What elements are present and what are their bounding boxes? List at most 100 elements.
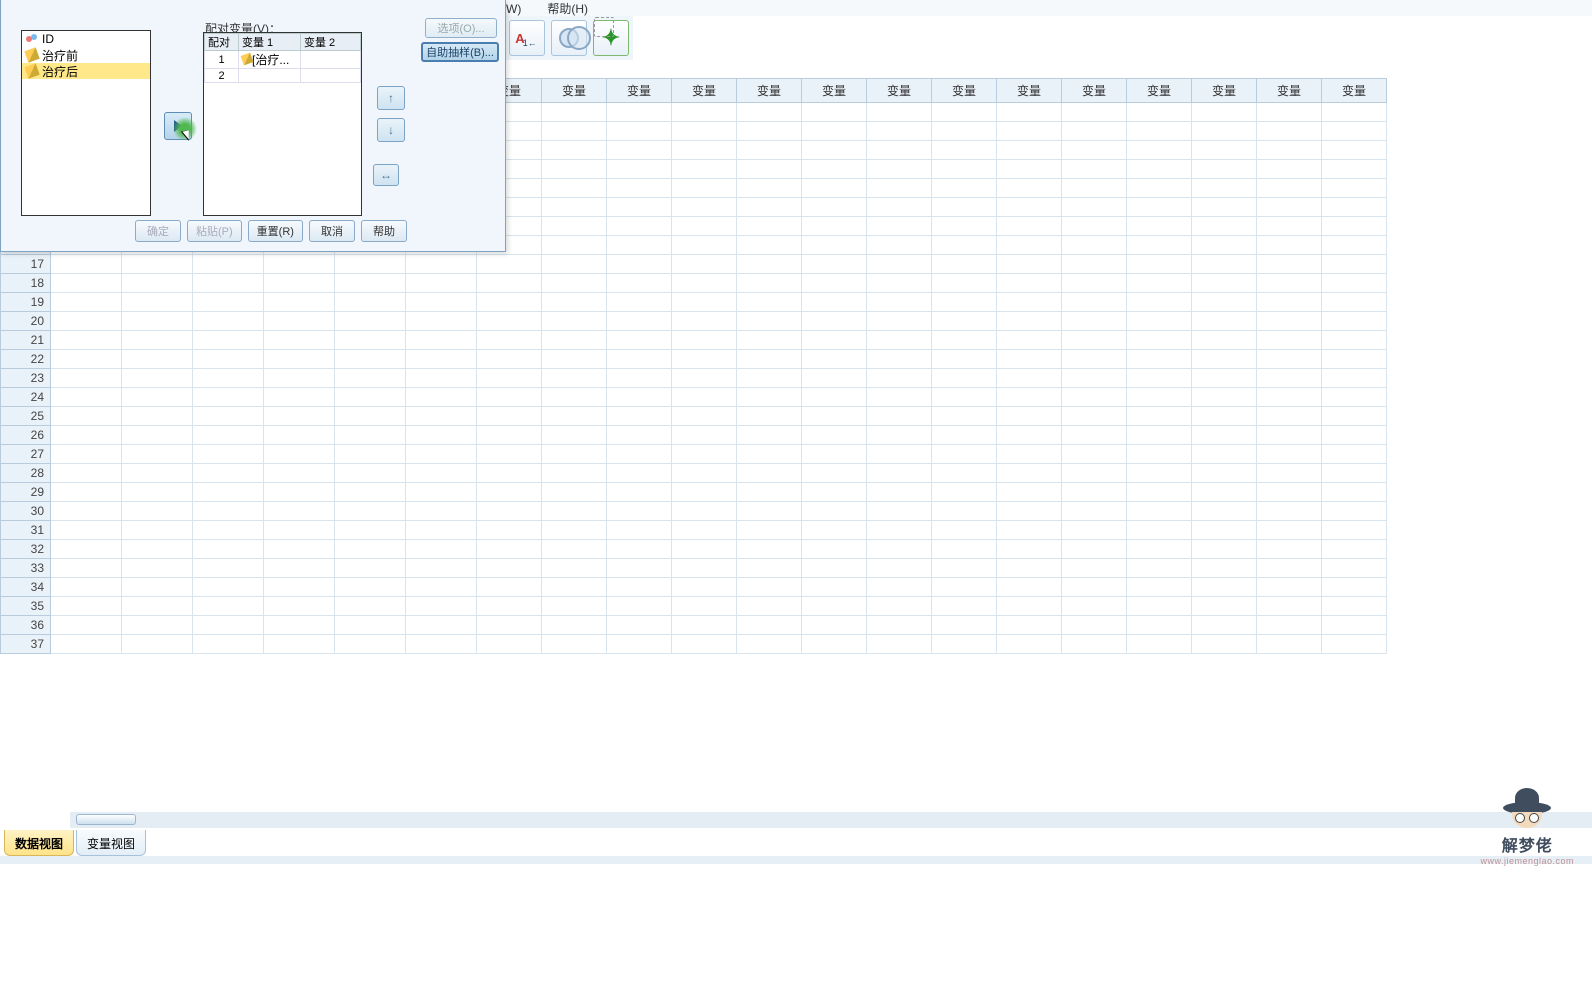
cell[interactable]: [193, 635, 264, 654]
row-header[interactable]: 32: [1, 540, 51, 559]
cell[interactable]: [802, 388, 867, 407]
row-header[interactable]: 18: [1, 274, 51, 293]
cell[interactable]: [932, 578, 997, 597]
cell[interactable]: [802, 369, 867, 388]
cell[interactable]: [1322, 255, 1387, 274]
cell[interactable]: [607, 464, 672, 483]
cell[interactable]: [122, 559, 193, 578]
cell[interactable]: [932, 274, 997, 293]
cell[interactable]: [122, 483, 193, 502]
cell[interactable]: [1062, 293, 1127, 312]
row-header[interactable]: 37: [1, 635, 51, 654]
column-header[interactable]: 变量: [1257, 79, 1322, 103]
cell[interactable]: [1062, 559, 1127, 578]
table-row[interactable]: 24: [1, 388, 1387, 407]
cell[interactable]: [1257, 502, 1322, 521]
cell[interactable]: [932, 350, 997, 369]
cell[interactable]: [867, 388, 932, 407]
cell[interactable]: [1257, 312, 1322, 331]
cell[interactable]: [542, 369, 607, 388]
cell[interactable]: [1192, 217, 1257, 236]
cell[interactable]: [335, 445, 406, 464]
cell[interactable]: [1257, 160, 1322, 179]
table-row[interactable]: 25: [1, 407, 1387, 426]
cell[interactable]: [1062, 274, 1127, 293]
cell[interactable]: [802, 445, 867, 464]
cell[interactable]: [477, 578, 542, 597]
cell[interactable]: [193, 255, 264, 274]
column-header[interactable]: 变量: [737, 79, 802, 103]
cell[interactable]: [672, 331, 737, 350]
cell[interactable]: [193, 426, 264, 445]
paste-button[interactable]: 粘贴(P): [187, 220, 242, 242]
cell[interactable]: [997, 255, 1062, 274]
list-item[interactable]: 治疗后: [22, 63, 150, 79]
cell[interactable]: [406, 445, 477, 464]
cell[interactable]: [802, 103, 867, 122]
cell[interactable]: [1257, 483, 1322, 502]
cell[interactable]: [737, 236, 802, 255]
cell[interactable]: [1127, 445, 1192, 464]
cell[interactable]: [1257, 369, 1322, 388]
cell[interactable]: [406, 255, 477, 274]
cell[interactable]: [335, 483, 406, 502]
cell[interactable]: [737, 160, 802, 179]
cell[interactable]: [607, 103, 672, 122]
cell[interactable]: [1257, 426, 1322, 445]
cell[interactable]: [1127, 426, 1192, 445]
cell[interactable]: [672, 103, 737, 122]
cell[interactable]: [1257, 521, 1322, 540]
cell[interactable]: [51, 331, 122, 350]
cell[interactable]: [122, 426, 193, 445]
cell[interactable]: [932, 312, 997, 331]
cell[interactable]: [264, 578, 335, 597]
cell[interactable]: [997, 217, 1062, 236]
cell[interactable]: [932, 331, 997, 350]
cell[interactable]: [672, 445, 737, 464]
cell[interactable]: [1062, 141, 1127, 160]
cell[interactable]: [932, 426, 997, 445]
row-header[interactable]: 21: [1, 331, 51, 350]
cell[interactable]: [932, 198, 997, 217]
cell[interactable]: [193, 293, 264, 312]
swap-button[interactable]: ↔: [373, 164, 399, 186]
cell[interactable]: [477, 540, 542, 559]
cell[interactable]: [737, 122, 802, 141]
cell[interactable]: [51, 616, 122, 635]
table-row[interactable]: 37: [1, 635, 1387, 654]
menu-help[interactable]: 帮助(H): [547, 0, 588, 17]
row-header[interactable]: 24: [1, 388, 51, 407]
cell[interactable]: [1192, 559, 1257, 578]
cell[interactable]: [264, 559, 335, 578]
cell[interactable]: [406, 483, 477, 502]
cell[interactable]: [932, 616, 997, 635]
cell[interactable]: [1192, 141, 1257, 160]
cell[interactable]: [1257, 141, 1322, 160]
cell[interactable]: [672, 388, 737, 407]
cell[interactable]: [51, 255, 122, 274]
cell[interactable]: [406, 426, 477, 445]
cell[interactable]: [607, 616, 672, 635]
cell[interactable]: [607, 388, 672, 407]
cell[interactable]: [607, 407, 672, 426]
cell[interactable]: [264, 502, 335, 521]
table-row[interactable]: 18: [1, 274, 1387, 293]
cell[interactable]: [607, 521, 672, 540]
cell[interactable]: [737, 540, 802, 559]
cell[interactable]: [122, 255, 193, 274]
cell[interactable]: [51, 274, 122, 293]
cell[interactable]: [737, 502, 802, 521]
cell[interactable]: [1322, 179, 1387, 198]
row-header[interactable]: 27: [1, 445, 51, 464]
table-row[interactable]: 31: [1, 521, 1387, 540]
cell[interactable]: [264, 388, 335, 407]
cell[interactable]: [51, 635, 122, 654]
column-header[interactable]: 变量: [1322, 79, 1387, 103]
cell[interactable]: [51, 407, 122, 426]
cell[interactable]: [542, 616, 607, 635]
cell[interactable]: [1257, 464, 1322, 483]
cell[interactable]: [607, 293, 672, 312]
cell[interactable]: [1062, 369, 1127, 388]
cell[interactable]: [1257, 198, 1322, 217]
cell[interactable]: [1062, 635, 1127, 654]
